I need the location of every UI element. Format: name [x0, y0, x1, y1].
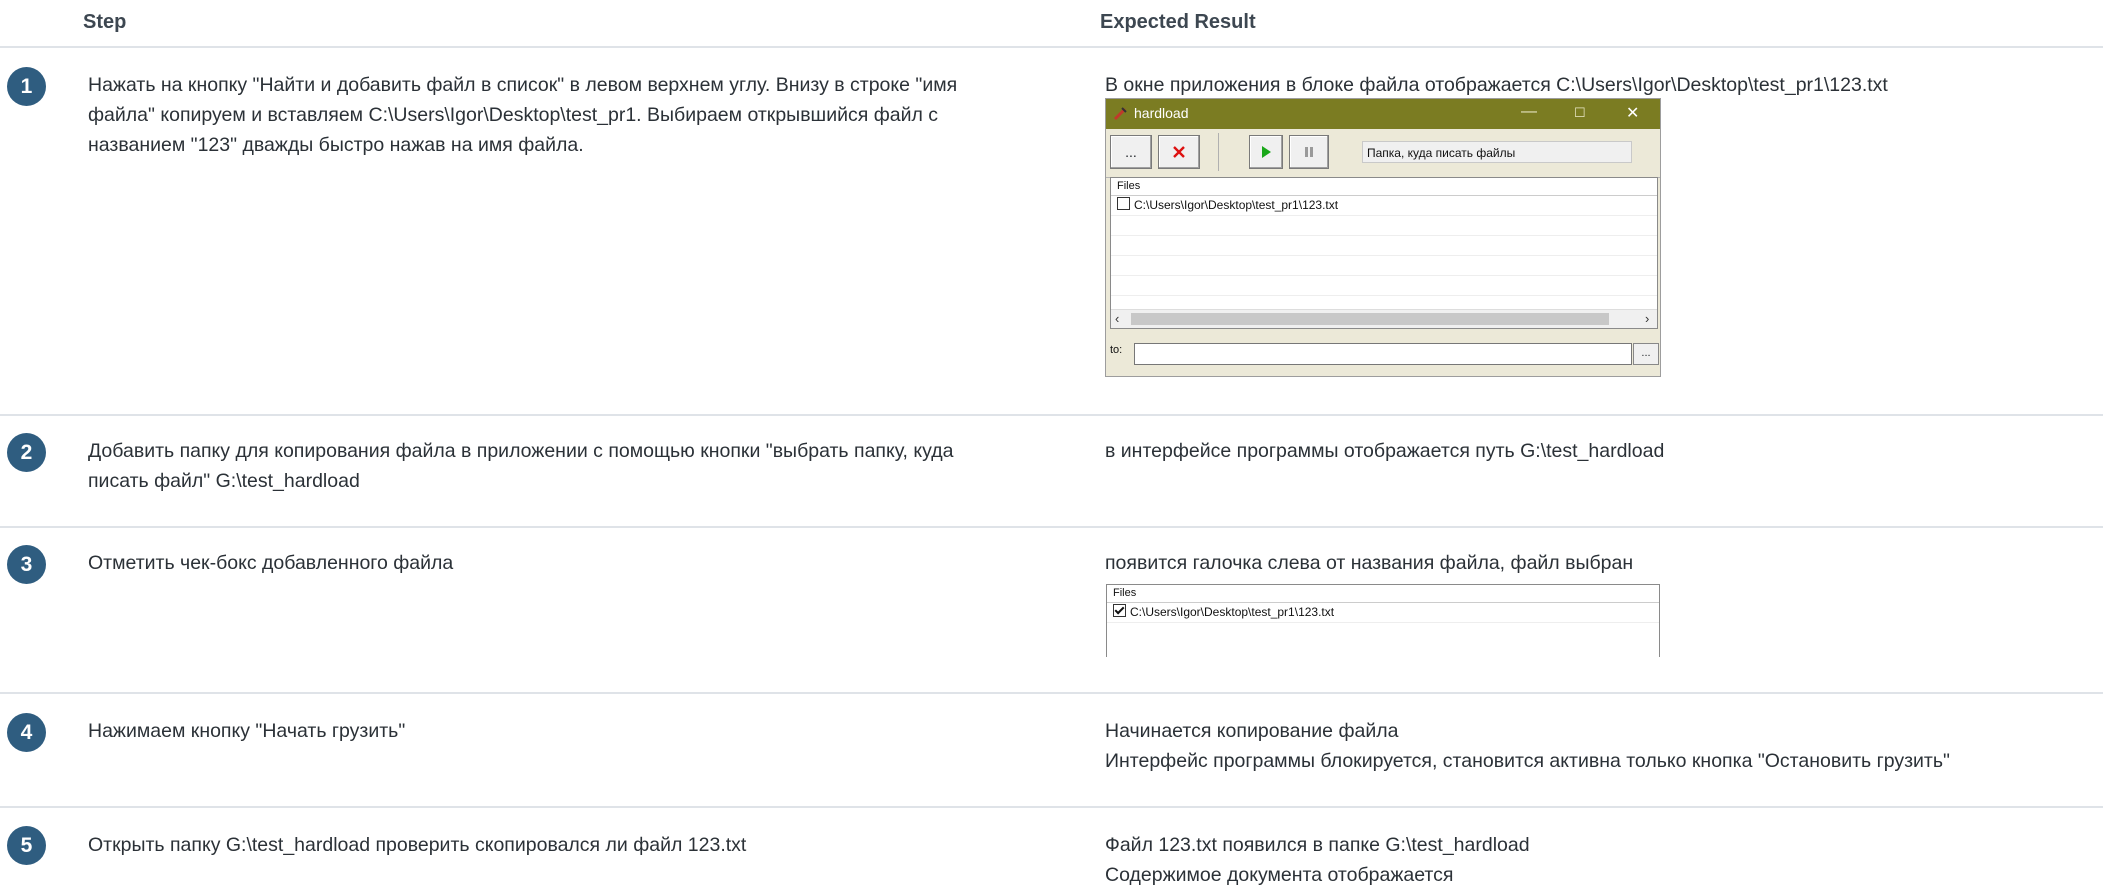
expected-result-column-header: Expected Result: [1100, 11, 1256, 33]
table-row: 2 Добавить папку для копирования файла в…: [0, 416, 2103, 528]
table-row: 4 Нажимаем кнопку "Начать грузить" Начин…: [0, 694, 2103, 808]
step-line: Добавить папку для копирования файла в п…: [88, 440, 954, 462]
scroll-left-icon[interactable]: ‹: [1115, 311, 1119, 326]
to-label: to:: [1110, 344, 1123, 356]
app-icon: [1113, 107, 1127, 121]
window-title: hardload: [1134, 105, 1189, 121]
empty-row: [1111, 236, 1657, 256]
toolbar: ... Папка, куда писать файлы: [1106, 129, 1660, 178]
file-checkbox[interactable]: [1117, 197, 1130, 210]
files-column-header: Files: [1107, 585, 1659, 603]
step-number-badge: 5: [7, 826, 46, 865]
step-line: Отметить чек-бокс добавленного файла: [88, 552, 454, 574]
table-row: 1 Нажать на кнопку "Найти и добавить фай…: [0, 48, 2103, 416]
play-icon: [1262, 146, 1271, 158]
add-file-button[interactable]: ...: [1110, 135, 1152, 169]
pause-icon: [1305, 147, 1313, 157]
step-line: файла" копируем и вставляем C:\Users\Igo…: [88, 104, 939, 126]
step-number-badge: 2: [7, 433, 46, 472]
expected-result-text: В окне приложения в блоке файла отобража…: [1105, 70, 2085, 100]
minimize-icon[interactable]: —: [1521, 103, 1537, 121]
files-list: Files C:\Users\Igor\Desktop\test_pr1\123…: [1110, 177, 1658, 329]
toolbar-divider: [1218, 133, 1219, 171]
result-line: В окне приложения в блоке файла отобража…: [1105, 74, 1888, 96]
file-checkbox-checked[interactable]: [1113, 604, 1126, 617]
expected-result-text: в интерфейсе программы отображается путь…: [1105, 436, 2085, 466]
empty-row: [1111, 256, 1657, 276]
step-number-badge: 1: [7, 67, 46, 106]
file-row[interactable]: C:\Users\Igor\Desktop\test_pr1\123.txt: [1111, 196, 1657, 216]
step-number-badge: 3: [7, 545, 46, 584]
step-text: Добавить папку для копирования файла в п…: [88, 436, 1048, 496]
choose-folder-button[interactable]: ...: [1633, 343, 1659, 365]
expected-result-text: появится галочка слева от названия файла…: [1105, 548, 2085, 578]
hardload-app-window: hardload — ☐ ✕ ... Папка, куда писать фа…: [1105, 98, 1661, 377]
checked-file-snippet: Files C:\Users\Igor\Desktop\test_pr1\123…: [1106, 584, 1660, 657]
step-number-badge: 4: [7, 713, 46, 752]
file-row[interactable]: C:\Users\Igor\Desktop\test_pr1\123.txt: [1107, 603, 1659, 623]
target-folder-field[interactable]: Папка, куда писать файлы: [1362, 141, 1632, 163]
files-column-header: Files: [1111, 178, 1657, 196]
step-line: писать файл" G:\test_hardload: [88, 470, 360, 492]
table-header: Step Expected Result: [0, 0, 2103, 48]
table-row: 3 Отметить чек-бокс добавленного файла п…: [0, 528, 2103, 694]
step-text: Нажать на кнопку "Найти и добавить файл …: [88, 70, 1048, 160]
empty-row: [1111, 276, 1657, 296]
remove-file-button[interactable]: [1158, 135, 1200, 169]
step-line: Открыть папку G:\test_hardload проверить…: [88, 834, 747, 856]
red-x-icon: [1173, 146, 1185, 158]
table-row: 5 Открыть папку G:\test_hardload провери…: [0, 808, 2103, 892]
result-line: Начинается копирование файла: [1105, 720, 1399, 742]
step-text: Открыть папку G:\test_hardload проверить…: [88, 830, 1048, 860]
step-line: названием "123" дважды быстро нажав на и…: [88, 134, 584, 156]
window-titlebar: hardload — ☐ ✕: [1106, 99, 1660, 129]
empty-row: [1111, 216, 1657, 236]
step-column-header: Step: [83, 11, 127, 33]
destination-input[interactable]: [1134, 343, 1632, 365]
step-line: Нажать на кнопку "Найти и добавить файл …: [88, 74, 958, 96]
horizontal-scrollbar[interactable]: ‹ ›: [1111, 309, 1657, 328]
result-line: Интерфейс программы блокируется, станови…: [1105, 750, 1950, 772]
file-path: C:\Users\Igor\Desktop\test_pr1\123.txt: [1134, 198, 1339, 212]
step-text: Отметить чек-бокс добавленного файла: [88, 548, 1048, 578]
close-icon[interactable]: ✕: [1626, 103, 1639, 123]
stop-button[interactable]: [1289, 135, 1329, 169]
step-text: Нажимаем кнопку "Начать грузить": [88, 716, 1048, 746]
destination-row: to: ...: [1108, 339, 1659, 367]
file-path: C:\Users\Igor\Desktop\test_pr1\123.txt: [1130, 605, 1335, 619]
step-line: Нажимаем кнопку "Начать грузить": [88, 720, 406, 742]
start-button[interactable]: [1249, 135, 1283, 169]
scrollbar-thumb[interactable]: [1131, 313, 1609, 325]
result-line: Содержимое документа отображается: [1105, 864, 1454, 886]
maximize-icon[interactable]: ☐: [1574, 105, 1586, 121]
result-line: Файл 123.txt появился в папке G:\test_ha…: [1105, 834, 1530, 856]
expected-result-text: Файл 123.txt появился в папке G:\test_ha…: [1105, 830, 2085, 890]
expected-result-text: Начинается копирование файла Интерфейс п…: [1105, 716, 2085, 776]
result-line: в интерфейсе программы отображается путь…: [1105, 440, 1665, 462]
scroll-right-icon[interactable]: ›: [1645, 311, 1649, 326]
result-line: появится галочка слева от названия файла…: [1105, 552, 1634, 574]
